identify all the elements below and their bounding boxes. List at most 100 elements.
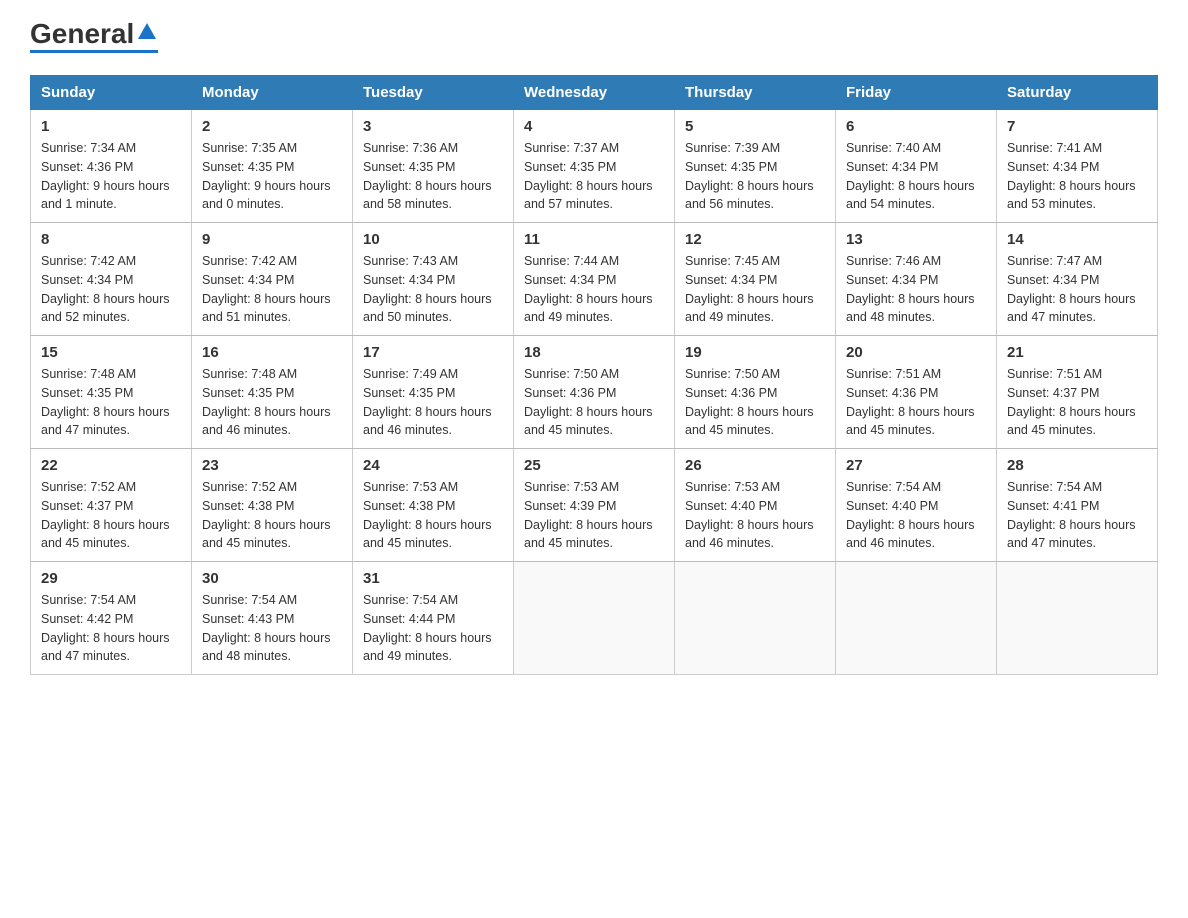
- table-row: 12 Sunrise: 7:45 AMSunset: 4:34 PMDaylig…: [675, 223, 836, 336]
- table-row: 25 Sunrise: 7:53 AMSunset: 4:39 PMDaylig…: [514, 449, 675, 562]
- day-number: 6: [846, 118, 986, 135]
- day-info: Sunrise: 7:54 AMSunset: 4:43 PMDaylight:…: [202, 593, 331, 663]
- logo-triangle-icon: [136, 21, 158, 43]
- page-header: General: [30, 20, 1158, 55]
- day-info: Sunrise: 7:48 AMSunset: 4:35 PMDaylight:…: [41, 367, 170, 437]
- day-info: Sunrise: 7:40 AMSunset: 4:34 PMDaylight:…: [846, 141, 975, 211]
- calendar-week-row: 22 Sunrise: 7:52 AMSunset: 4:37 PMDaylig…: [31, 449, 1158, 562]
- day-number: 1: [41, 118, 181, 135]
- day-number: 22: [41, 457, 181, 474]
- day-info: Sunrise: 7:44 AMSunset: 4:34 PMDaylight:…: [524, 254, 653, 324]
- table-row: 29 Sunrise: 7:54 AMSunset: 4:42 PMDaylig…: [31, 562, 192, 675]
- day-number: 29: [41, 570, 181, 587]
- day-info: Sunrise: 7:54 AMSunset: 4:44 PMDaylight:…: [363, 593, 492, 663]
- logo-divider: [30, 50, 158, 53]
- table-row: [997, 562, 1158, 675]
- day-info: Sunrise: 7:51 AMSunset: 4:37 PMDaylight:…: [1007, 367, 1136, 437]
- table-row: 4 Sunrise: 7:37 AMSunset: 4:35 PMDayligh…: [514, 110, 675, 223]
- day-number: 14: [1007, 231, 1147, 248]
- day-number: 7: [1007, 118, 1147, 135]
- day-info: Sunrise: 7:42 AMSunset: 4:34 PMDaylight:…: [202, 254, 331, 324]
- day-number: 15: [41, 344, 181, 361]
- day-info: Sunrise: 7:45 AMSunset: 4:34 PMDaylight:…: [685, 254, 814, 324]
- table-row: 5 Sunrise: 7:39 AMSunset: 4:35 PMDayligh…: [675, 110, 836, 223]
- table-row: 1 Sunrise: 7:34 AMSunset: 4:36 PMDayligh…: [31, 110, 192, 223]
- day-info: Sunrise: 7:52 AMSunset: 4:37 PMDaylight:…: [41, 480, 170, 550]
- day-number: 30: [202, 570, 342, 587]
- day-number: 23: [202, 457, 342, 474]
- day-number: 17: [363, 344, 503, 361]
- day-info: Sunrise: 7:42 AMSunset: 4:34 PMDaylight:…: [41, 254, 170, 324]
- day-info: Sunrise: 7:41 AMSunset: 4:34 PMDaylight:…: [1007, 141, 1136, 211]
- table-row: 30 Sunrise: 7:54 AMSunset: 4:43 PMDaylig…: [192, 562, 353, 675]
- day-info: Sunrise: 7:53 AMSunset: 4:38 PMDaylight:…: [363, 480, 492, 550]
- day-number: 12: [685, 231, 825, 248]
- day-number: 2: [202, 118, 342, 135]
- table-row: 17 Sunrise: 7:49 AMSunset: 4:35 PMDaylig…: [353, 336, 514, 449]
- day-info: Sunrise: 7:54 AMSunset: 4:40 PMDaylight:…: [846, 480, 975, 550]
- day-number: 25: [524, 457, 664, 474]
- table-row: 21 Sunrise: 7:51 AMSunset: 4:37 PMDaylig…: [997, 336, 1158, 449]
- table-row: 2 Sunrise: 7:35 AMSunset: 4:35 PMDayligh…: [192, 110, 353, 223]
- table-row: 11 Sunrise: 7:44 AMSunset: 4:34 PMDaylig…: [514, 223, 675, 336]
- day-number: 27: [846, 457, 986, 474]
- col-friday: Friday: [836, 76, 997, 110]
- day-info: Sunrise: 7:34 AMSunset: 4:36 PMDaylight:…: [41, 141, 170, 211]
- col-wednesday: Wednesday: [514, 76, 675, 110]
- table-row: 20 Sunrise: 7:51 AMSunset: 4:36 PMDaylig…: [836, 336, 997, 449]
- day-info: Sunrise: 7:47 AMSunset: 4:34 PMDaylight:…: [1007, 254, 1136, 324]
- table-row: 6 Sunrise: 7:40 AMSunset: 4:34 PMDayligh…: [836, 110, 997, 223]
- col-tuesday: Tuesday: [353, 76, 514, 110]
- day-number: 19: [685, 344, 825, 361]
- table-row: 26 Sunrise: 7:53 AMSunset: 4:40 PMDaylig…: [675, 449, 836, 562]
- day-info: Sunrise: 7:54 AMSunset: 4:41 PMDaylight:…: [1007, 480, 1136, 550]
- table-row: 9 Sunrise: 7:42 AMSunset: 4:34 PMDayligh…: [192, 223, 353, 336]
- day-number: 11: [524, 231, 664, 248]
- day-number: 24: [363, 457, 503, 474]
- table-row: [675, 562, 836, 675]
- day-info: Sunrise: 7:50 AMSunset: 4:36 PMDaylight:…: [685, 367, 814, 437]
- day-number: 3: [363, 118, 503, 135]
- day-number: 21: [1007, 344, 1147, 361]
- day-info: Sunrise: 7:39 AMSunset: 4:35 PMDaylight:…: [685, 141, 814, 211]
- day-info: Sunrise: 7:43 AMSunset: 4:34 PMDaylight:…: [363, 254, 492, 324]
- day-info: Sunrise: 7:35 AMSunset: 4:35 PMDaylight:…: [202, 141, 331, 211]
- calendar-week-row: 15 Sunrise: 7:48 AMSunset: 4:35 PMDaylig…: [31, 336, 1158, 449]
- table-row: 15 Sunrise: 7:48 AMSunset: 4:35 PMDaylig…: [31, 336, 192, 449]
- table-row: 10 Sunrise: 7:43 AMSunset: 4:34 PMDaylig…: [353, 223, 514, 336]
- day-number: 10: [363, 231, 503, 248]
- day-info: Sunrise: 7:50 AMSunset: 4:36 PMDaylight:…: [524, 367, 653, 437]
- day-number: 20: [846, 344, 986, 361]
- day-number: 4: [524, 118, 664, 135]
- day-number: 31: [363, 570, 503, 587]
- day-number: 5: [685, 118, 825, 135]
- table-row: 3 Sunrise: 7:36 AMSunset: 4:35 PMDayligh…: [353, 110, 514, 223]
- day-info: Sunrise: 7:51 AMSunset: 4:36 PMDaylight:…: [846, 367, 975, 437]
- table-row: 23 Sunrise: 7:52 AMSunset: 4:38 PMDaylig…: [192, 449, 353, 562]
- calendar-header-row: Sunday Monday Tuesday Wednesday Thursday…: [31, 76, 1158, 110]
- day-number: 18: [524, 344, 664, 361]
- day-info: Sunrise: 7:52 AMSunset: 4:38 PMDaylight:…: [202, 480, 331, 550]
- col-thursday: Thursday: [675, 76, 836, 110]
- table-row: 7 Sunrise: 7:41 AMSunset: 4:34 PMDayligh…: [997, 110, 1158, 223]
- table-row: 19 Sunrise: 7:50 AMSunset: 4:36 PMDaylig…: [675, 336, 836, 449]
- day-info: Sunrise: 7:53 AMSunset: 4:40 PMDaylight:…: [685, 480, 814, 550]
- logo-general-text: General: [30, 20, 134, 48]
- table-row: 16 Sunrise: 7:48 AMSunset: 4:35 PMDaylig…: [192, 336, 353, 449]
- table-row: [514, 562, 675, 675]
- logo: General: [30, 20, 158, 55]
- calendar-week-row: 29 Sunrise: 7:54 AMSunset: 4:42 PMDaylig…: [31, 562, 1158, 675]
- day-number: 9: [202, 231, 342, 248]
- calendar-week-row: 1 Sunrise: 7:34 AMSunset: 4:36 PMDayligh…: [31, 110, 1158, 223]
- col-monday: Monday: [192, 76, 353, 110]
- table-row: 13 Sunrise: 7:46 AMSunset: 4:34 PMDaylig…: [836, 223, 997, 336]
- day-number: 26: [685, 457, 825, 474]
- table-row: 18 Sunrise: 7:50 AMSunset: 4:36 PMDaylig…: [514, 336, 675, 449]
- table-row: [836, 562, 997, 675]
- table-row: 14 Sunrise: 7:47 AMSunset: 4:34 PMDaylig…: [997, 223, 1158, 336]
- calendar-week-row: 8 Sunrise: 7:42 AMSunset: 4:34 PMDayligh…: [31, 223, 1158, 336]
- table-row: 27 Sunrise: 7:54 AMSunset: 4:40 PMDaylig…: [836, 449, 997, 562]
- day-number: 28: [1007, 457, 1147, 474]
- calendar-table: Sunday Monday Tuesday Wednesday Thursday…: [30, 75, 1158, 675]
- day-number: 16: [202, 344, 342, 361]
